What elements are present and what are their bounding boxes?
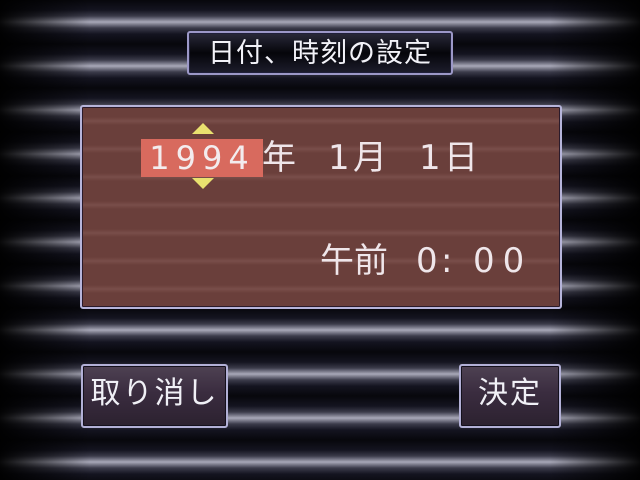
month-unit-label: 月 xyxy=(353,138,387,178)
minute-field[interactable]: 00 xyxy=(473,241,532,281)
time-separator: : xyxy=(441,241,453,281)
cancel-button[interactable]: 取り消し xyxy=(81,364,228,428)
date-time-settings-screen: 日付、時刻の設定 1994 年 1 月 1 日 午前 0 : 00 取り消し 決… xyxy=(0,0,640,480)
year-unit-label: 年 xyxy=(262,138,296,178)
confirm-button-label: 決定 xyxy=(478,376,542,411)
day-unit-label: 日 xyxy=(444,138,478,178)
day-field[interactable]: 1 xyxy=(419,138,441,178)
page-title: 日付、時刻の設定 xyxy=(208,38,432,69)
am-pm-field[interactable]: 午前 xyxy=(320,241,388,281)
date-time-panel: 1994 年 1 月 1 日 午前 0 : 00 xyxy=(80,105,562,309)
year-increment-icon[interactable] xyxy=(192,123,214,134)
year-decrement-icon[interactable] xyxy=(192,178,214,189)
title-plate: 日付、時刻の設定 xyxy=(187,31,453,75)
confirm-button[interactable]: 決定 xyxy=(459,364,561,428)
cancel-button-label: 取り消し xyxy=(90,376,219,411)
hour-field[interactable]: 0 xyxy=(416,241,438,281)
year-field[interactable]: 1994 xyxy=(141,138,263,178)
month-field[interactable]: 1 xyxy=(328,138,350,178)
